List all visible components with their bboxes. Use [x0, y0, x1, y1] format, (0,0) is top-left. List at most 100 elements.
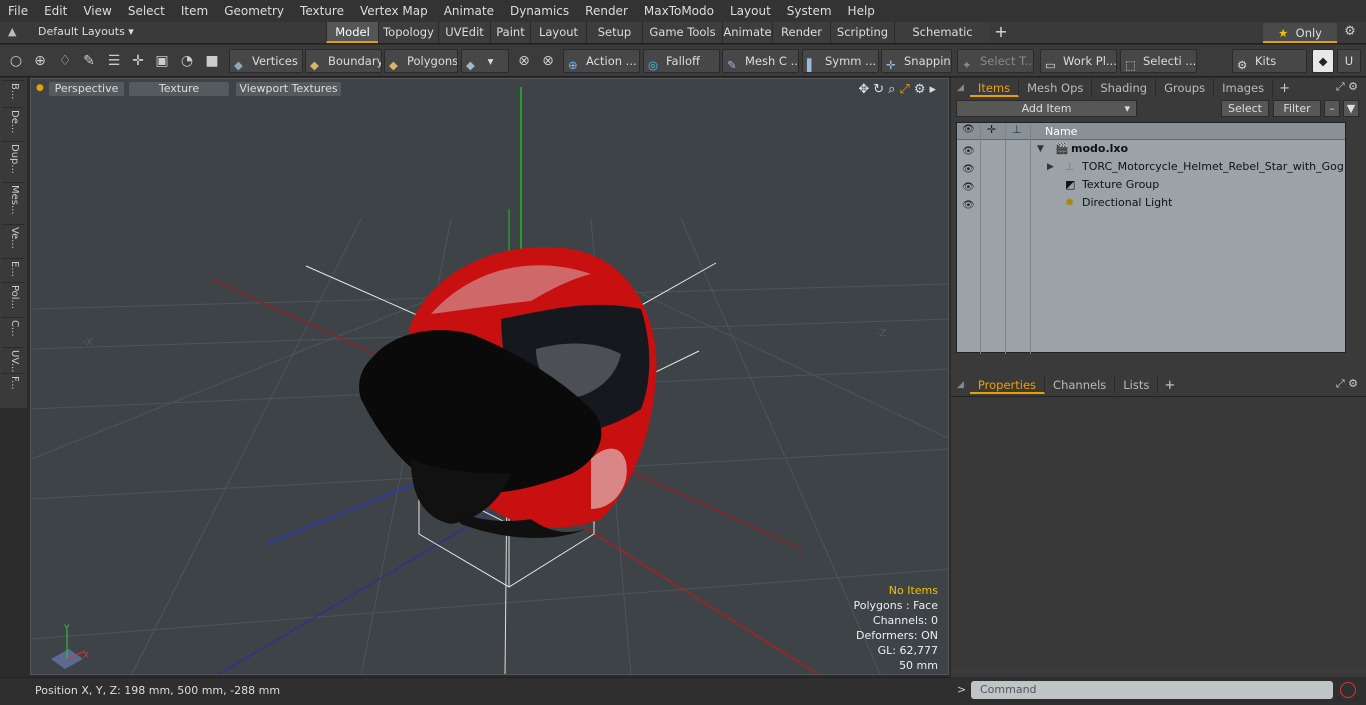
left-tab-1[interactable]: De...	[4, 110, 20, 133]
menu-item-layout[interactable]: Layout	[722, 4, 779, 18]
tab-shading[interactable]: Shading	[1092, 79, 1157, 97]
left-tab-3[interactable]: Mes...	[4, 185, 20, 215]
eye-icon[interactable]: 👁	[962, 143, 975, 157]
maximize-icon[interactable]: ⤢	[899, 82, 909, 97]
left-tab-9[interactable]: F...	[4, 376, 20, 390]
tab-render[interactable]: Render	[772, 22, 830, 43]
panel-menu-icon[interactable]: ◢	[951, 380, 970, 390]
tab-model[interactable]: Model	[326, 22, 378, 43]
brush-icon[interactable]: ✎	[80, 52, 98, 70]
tab-animate[interactable]: Animate	[722, 22, 772, 43]
items-scrollbar[interactable]	[1349, 122, 1361, 353]
action-center-button[interactable]: ⊕ Action ...	[563, 49, 640, 73]
tab-paint[interactable]: Paint	[490, 22, 530, 43]
mesh-constraint-button[interactable]: ✎ Mesh C ...	[722, 49, 799, 73]
layout-arrow-icon[interactable]: ▲	[8, 25, 22, 39]
tab-groups[interactable]: Groups	[1156, 79, 1215, 97]
command-input[interactable]: Command	[971, 681, 1333, 699]
tab-channels[interactable]: Channels	[1045, 376, 1116, 394]
pen-icon[interactable]: ♢	[56, 52, 74, 70]
item-row-mesh[interactable]: 👁 ▶ ⊥ TORC_Motorcycle_Helmet_Rebel_Star_…	[957, 158, 1345, 176]
tab-game-tools[interactable]: Game Tools	[642, 22, 722, 43]
boundary-button[interactable]: ◆ Boundary	[305, 49, 382, 73]
filter-button[interactable]: Filter	[1273, 100, 1321, 117]
menu-item-select[interactable]: Select	[120, 4, 173, 18]
tab-scripting[interactable]: Scripting	[830, 22, 894, 43]
tab-items[interactable]: Items	[969, 79, 1020, 97]
gear-icon[interactable]: ⚙	[1340, 24, 1360, 42]
kits-button[interactable]: ⚙ Kits	[1232, 49, 1307, 73]
props-panel-corner-icons[interactable]: ⤢ ⚙	[1336, 377, 1358, 391]
rotate-icon[interactable]: ◔	[178, 52, 196, 70]
snapping-button[interactable]: ✛ Snapping	[881, 49, 952, 73]
viewport-gear-icon[interactable]: ⚙	[914, 82, 926, 97]
menu-item-vertex-map[interactable]: Vertex Map	[352, 4, 436, 18]
left-tab-2[interactable]: Dup...	[4, 144, 20, 174]
item-row-light[interactable]: 👁 ✹ Directional Light	[957, 194, 1345, 212]
menu-item-animate[interactable]: Animate	[436, 4, 502, 18]
selection-sets-button[interactable]: ⬚ Selecti ...	[1120, 49, 1197, 73]
transform-icon[interactable]: ✛	[129, 52, 147, 70]
items-panel-corner-icons[interactable]: ⤢ ⚙	[1336, 80, 1358, 94]
menu-item-render[interactable]: Render	[577, 4, 636, 18]
tab-uvedit[interactable]: UVEdit	[438, 22, 490, 43]
circle-select-icon[interactable]: ○	[7, 52, 25, 70]
select-button[interactable]: Select	[1221, 100, 1269, 117]
eye-icon[interactable]: 👁	[962, 161, 975, 175]
unreal-icon[interactable]: U	[1337, 49, 1361, 73]
viewport-3d[interactable]: -X -Z Y X ● Perspective Texture Viewport…	[30, 78, 949, 675]
symmetry-y-icon[interactable]: ⊗	[539, 52, 557, 70]
tab-properties[interactable]: Properties	[969, 376, 1046, 394]
orbit-icon[interactable]: ↻	[873, 82, 884, 97]
menu-item-view[interactable]: View	[75, 4, 119, 18]
viewport-dot-icon[interactable]: ●	[36, 83, 44, 93]
viewport-canvas[interactable]: -X -Z Y X	[31, 79, 949, 675]
tab-lists[interactable]: Lists	[1115, 376, 1159, 394]
menu-item-help[interactable]: Help	[840, 4, 883, 18]
collapsed-arrow-icon[interactable]: ▶	[1047, 158, 1054, 176]
falloff-button[interactable]: ◎ Falloff	[643, 49, 720, 73]
align-icon[interactable]: ☰	[105, 52, 123, 70]
only-button[interactable]: ★ Only	[1263, 23, 1337, 43]
record-stop-icon[interactable]	[1340, 682, 1356, 698]
funnel-icon[interactable]: ▼	[1343, 100, 1359, 117]
symmetry-button[interactable]: ▌ Symm ...	[802, 49, 879, 73]
left-tab-0[interactable]: B...	[4, 83, 20, 99]
globe-icon[interactable]: ⊕	[31, 52, 49, 70]
name-col-header[interactable]: Name	[1045, 125, 1077, 138]
viewport-textures-button[interactable]: Viewport Textures	[236, 82, 341, 96]
perspective-button[interactable]: Perspective	[49, 82, 124, 96]
polygons-button[interactable]: ◆ Polygons	[384, 49, 458, 73]
menu-item-system[interactable]: System	[779, 4, 840, 18]
select-through-button[interactable]: ✦ Select T...	[957, 49, 1034, 73]
helmet-model[interactable]	[359, 247, 657, 539]
zoom-icon[interactable]: ⌕	[888, 82, 895, 97]
unity-icon[interactable]: ◆	[1312, 49, 1334, 73]
item-row-texture-group[interactable]: 👁 ◩ Texture Group	[957, 176, 1345, 194]
menu-item-file[interactable]: File	[0, 4, 36, 18]
menu-item-item[interactable]: Item	[173, 4, 216, 18]
eye-icon[interactable]: 👁	[962, 179, 975, 193]
tab-mesh-ops[interactable]: Mesh Ops	[1019, 79, 1093, 97]
menu-item-edit[interactable]: Edit	[36, 4, 75, 18]
vertices-button[interactable]: ◆ Vertices	[229, 49, 303, 73]
items-list[interactable]: 👁 ✛ ⊥ Name 👁 ▼ 🎬 modo.lxo 👁 ▶ ⊥ TORC_Mot…	[956, 122, 1346, 354]
texture-button[interactable]: Texture	[129, 82, 229, 96]
menu-item-geometry[interactable]: Geometry	[216, 4, 292, 18]
item-row-scene[interactable]: 👁 ▼ 🎬 modo.lxo	[957, 140, 1345, 158]
add-tab-icon[interactable]: +	[1273, 81, 1296, 96]
left-tab-5[interactable]: E...	[4, 261, 20, 277]
default-layouts-dropdown[interactable]: Default Layouts ▾	[38, 25, 134, 38]
menu-item-maxtomodo[interactable]: MaxToModo	[636, 4, 722, 18]
eye-icon[interactable]: 👁	[962, 197, 975, 211]
left-tab-6[interactable]: Pol...	[4, 285, 20, 309]
visibility-col-icon[interactable]: 👁	[962, 124, 975, 135]
tab-topology[interactable]: Topology	[378, 22, 438, 43]
left-tab-4[interactable]: Ve...	[4, 227, 20, 249]
add-tab-icon[interactable]: +	[1158, 378, 1181, 393]
expand-arrow-icon[interactable]: ▼	[1037, 140, 1044, 158]
tab-images[interactable]: Images	[1214, 79, 1274, 97]
add-item-dropdown[interactable]: Add Item ▾	[956, 100, 1137, 117]
left-tab-7[interactable]: C...	[4, 320, 20, 337]
collapse-icon[interactable]: –	[1324, 100, 1340, 117]
